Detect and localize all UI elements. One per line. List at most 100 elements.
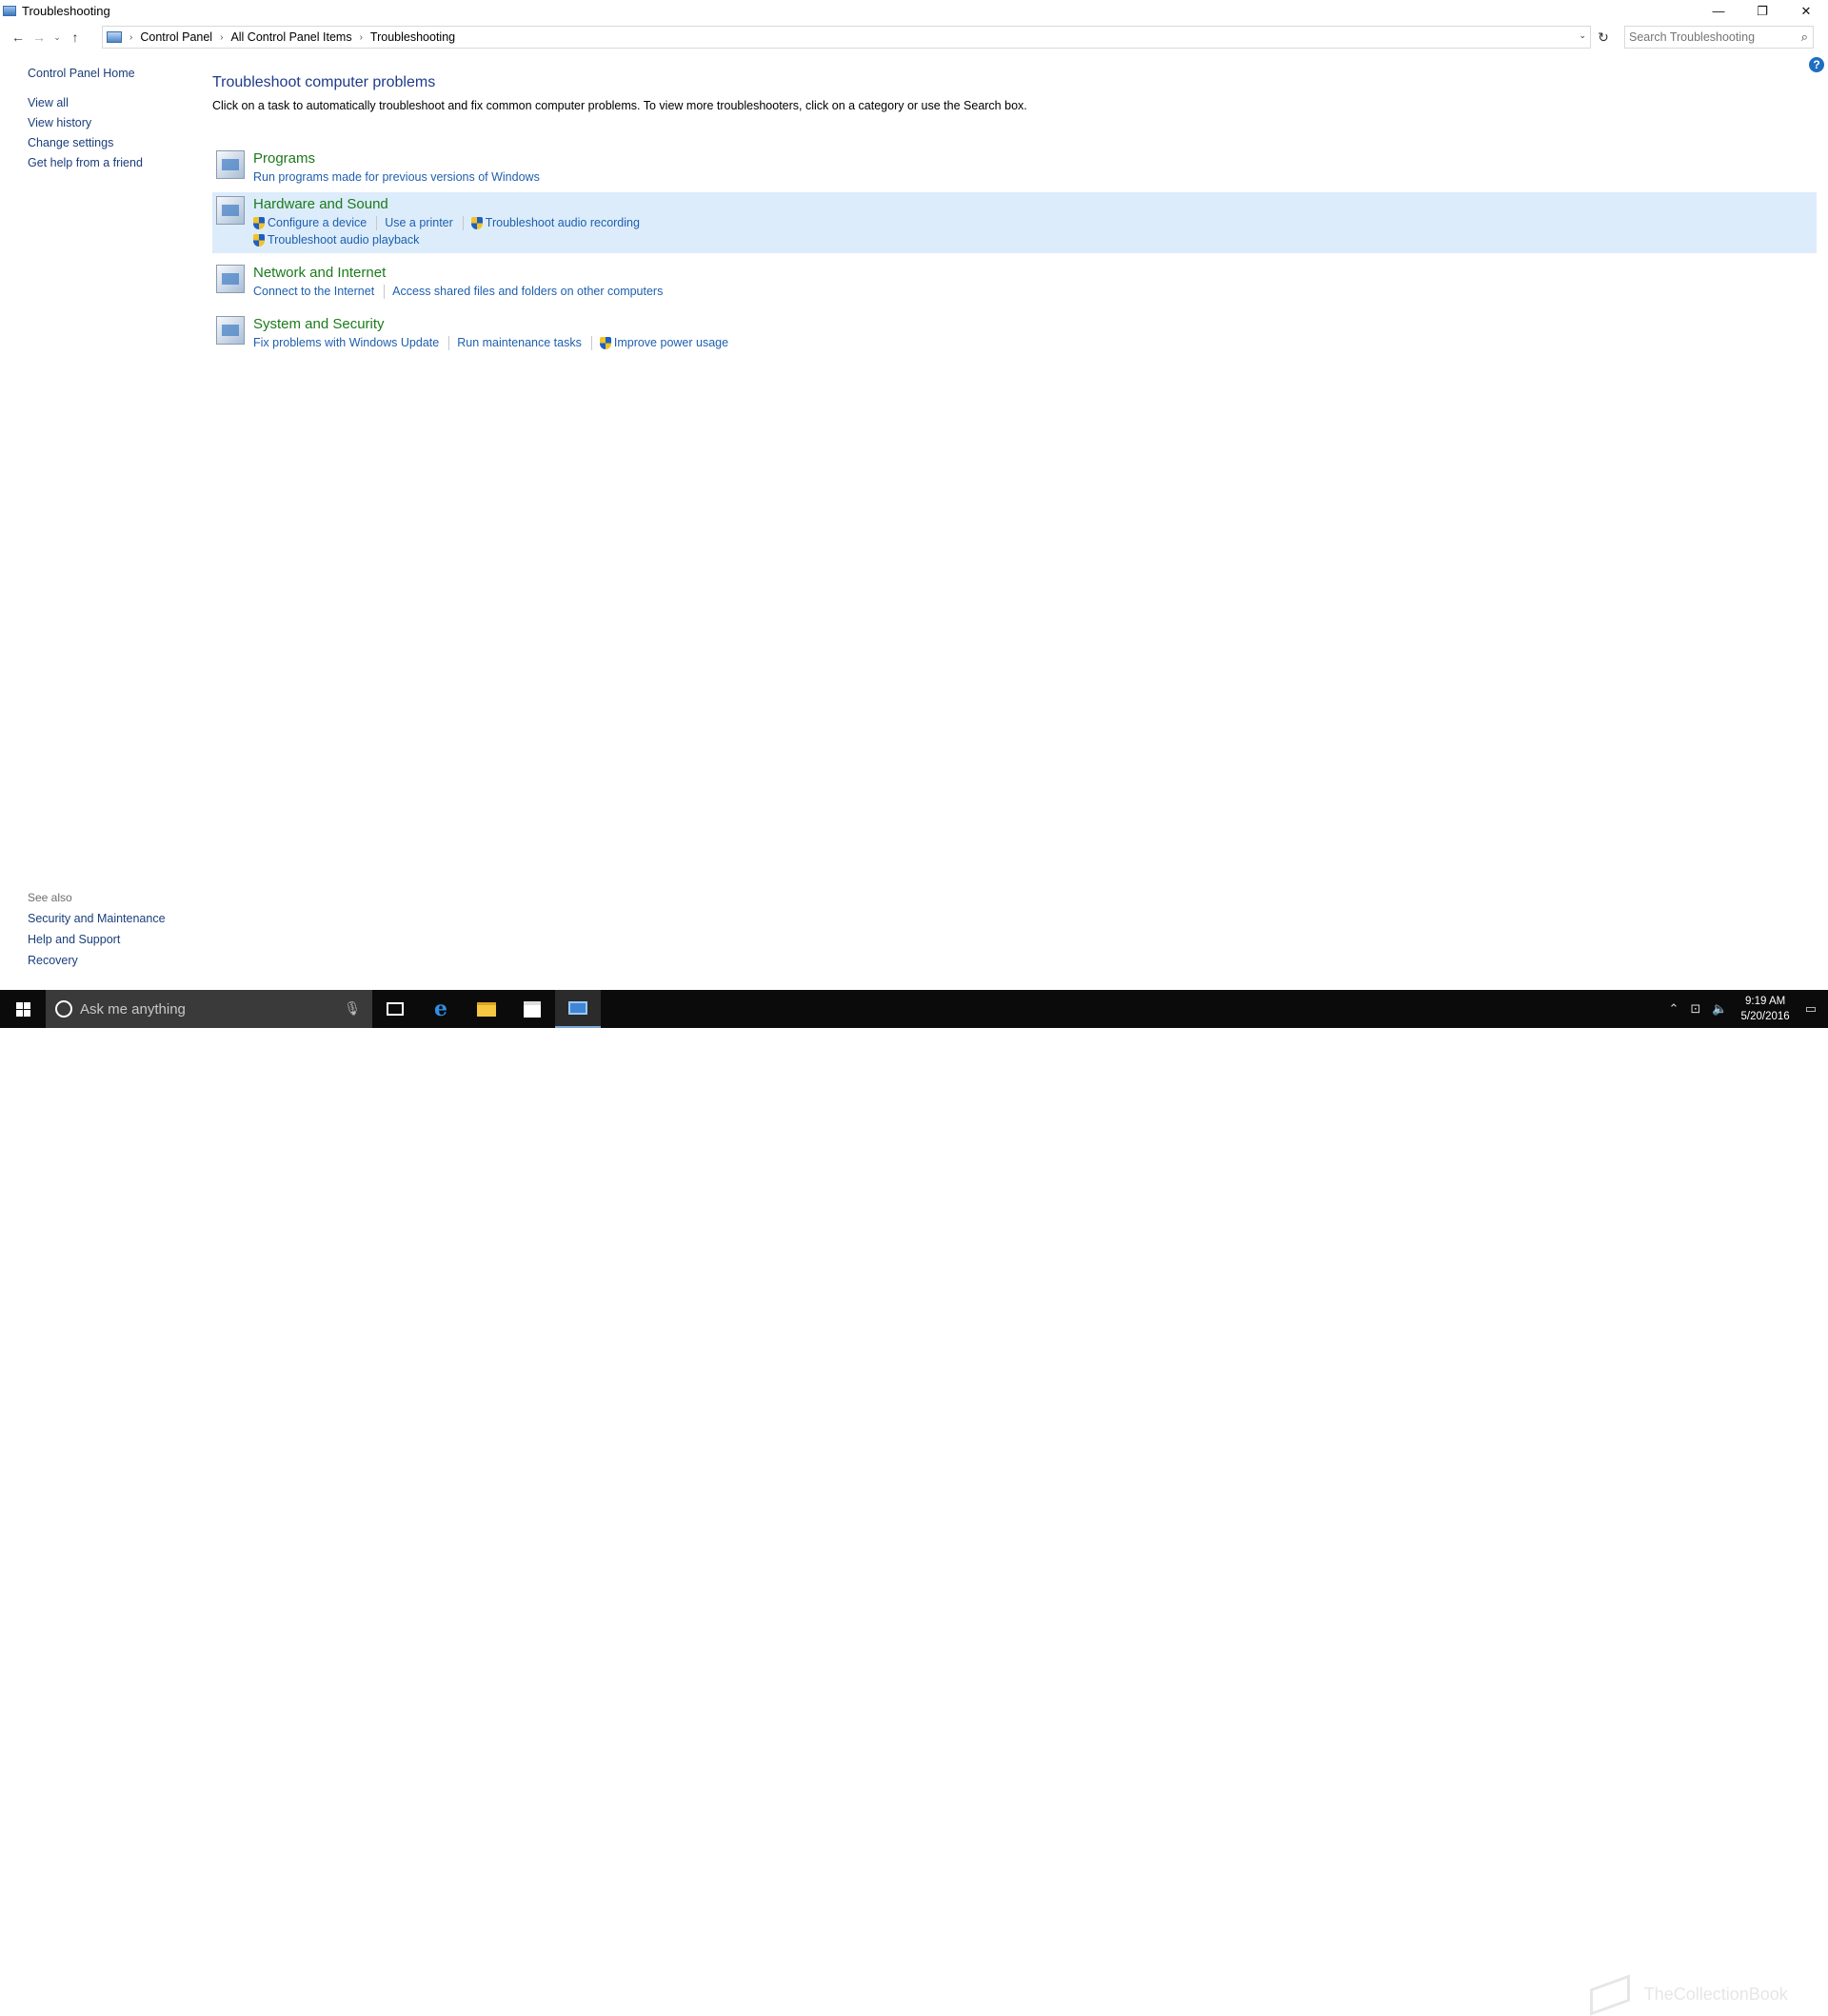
window-controls: — ❐ ✕ xyxy=(1697,0,1828,22)
troubleshoot-audio-playback-link[interactable]: Troubleshoot audio playback xyxy=(253,233,832,247)
search-box[interactable]: ⌕ xyxy=(1624,26,1814,49)
link-label: Access shared files and folders on other… xyxy=(392,285,664,298)
system-and-security-icon xyxy=(216,316,245,345)
programs-title-link[interactable]: Programs xyxy=(253,150,557,167)
see-also-section: See also Security and Maintenance Help a… xyxy=(28,891,166,975)
category-programs[interactable]: Programs Run programs made for previous … xyxy=(212,147,1817,190)
search-input[interactable] xyxy=(1629,30,1791,44)
recent-locations-button[interactable]: ⌄ xyxy=(50,26,65,49)
configure-device-link[interactable]: Configure a device xyxy=(253,216,378,230)
control-panel-icon xyxy=(107,31,122,43)
breadcrumb-all-control-panel-items[interactable]: All Control Panel Items xyxy=(230,30,351,44)
clock[interactable]: 9:19 AM 5/20/2016 xyxy=(1741,994,1790,1024)
system-and-security-title-link[interactable]: System and Security xyxy=(253,316,745,332)
connect-to-internet-link[interactable]: Connect to the Internet xyxy=(253,285,386,299)
windows-logo-icon xyxy=(15,1001,30,1017)
window-title: Troubleshooting xyxy=(22,4,110,18)
control-panel-home-link[interactable]: Control Panel Home xyxy=(28,67,143,80)
folder-icon xyxy=(477,1001,496,1017)
fix-windows-update-link[interactable]: Fix problems with Windows Update xyxy=(253,336,450,350)
title-bar: Troubleshooting — ❐ ✕ xyxy=(0,0,1828,22)
category-network-and-internet[interactable]: Network and Internet Connect to the Inte… xyxy=(212,261,1817,305)
run-maintenance-tasks-link[interactable]: Run maintenance tasks xyxy=(457,336,592,350)
store-icon xyxy=(524,1000,541,1018)
clock-date: 5/20/2016 xyxy=(1740,1011,1790,1022)
link-label: Run maintenance tasks xyxy=(457,336,582,349)
use-printer-link[interactable]: Use a printer xyxy=(385,216,464,230)
recovery-link[interactable]: Recovery xyxy=(28,954,166,967)
get-help-from-friend-link[interactable]: Get help from a friend xyxy=(28,156,143,169)
refresh-button[interactable]: ↻ xyxy=(1593,26,1614,49)
control-panel-icon xyxy=(568,1001,587,1015)
breadcrumb-troubleshooting[interactable]: Troubleshooting xyxy=(370,30,455,44)
close-button[interactable]: ✕ xyxy=(1784,0,1828,22)
chevron-up-icon[interactable]: ⌃ xyxy=(1669,1001,1679,1017)
left-navigation: Control Panel Home View all View history… xyxy=(28,67,143,176)
change-settings-link[interactable]: Change settings xyxy=(28,136,143,149)
hardware-and-sound-title-link[interactable]: Hardware and Sound xyxy=(253,196,840,212)
action-center-icon[interactable]: ▭ xyxy=(1805,1001,1817,1017)
back-button[interactable]: ← xyxy=(8,26,29,49)
restore-button[interactable]: ❐ xyxy=(1740,0,1784,22)
forward-button[interactable]: → xyxy=(29,26,50,49)
task-view-button[interactable] xyxy=(372,990,418,1028)
category-hardware-and-sound[interactable]: Hardware and Sound Configure a device Us… xyxy=(212,192,1817,253)
edge-icon: e xyxy=(434,997,447,1021)
see-also-header: See also xyxy=(28,891,72,904)
run-older-programs-link[interactable]: Run programs made for previous versions … xyxy=(253,170,549,185)
chevron-down-icon[interactable]: ⌄ xyxy=(1579,30,1586,41)
shield-icon xyxy=(599,337,611,349)
microphone-icon[interactable]: 🎙 xyxy=(344,1000,361,1017)
help-and-support-link[interactable]: Help and Support xyxy=(28,933,166,946)
up-button[interactable]: ↑ xyxy=(65,26,86,49)
cortana-placeholder: Ask me anything xyxy=(80,1000,186,1018)
cortana-icon xyxy=(55,1000,72,1018)
network-and-internet-icon xyxy=(216,265,245,293)
access-shared-files-link[interactable]: Access shared files and folders on other… xyxy=(392,285,672,299)
control-panel-taskbar-button[interactable] xyxy=(555,990,601,1028)
clock-time: 9:19 AM xyxy=(1745,996,1786,1007)
category-system-and-security[interactable]: System and Security Fix problems with Wi… xyxy=(212,312,1817,356)
page-description: Click on a task to automatically trouble… xyxy=(212,99,1027,112)
chevron-right-icon[interactable]: › xyxy=(220,32,223,43)
chevron-right-icon[interactable]: › xyxy=(360,32,363,43)
view-history-link[interactable]: View history xyxy=(28,116,143,129)
store-taskbar-button[interactable] xyxy=(509,990,555,1028)
shield-icon xyxy=(253,217,265,229)
improve-power-usage-link[interactable]: Improve power usage xyxy=(599,336,738,350)
watermark: TheCollectionBook xyxy=(1590,1974,1788,2016)
shield-icon xyxy=(470,217,483,229)
address-bar[interactable]: › Control Panel › All Control Panel Item… xyxy=(102,26,1591,49)
link-label: Use a printer xyxy=(385,216,453,229)
network-icon[interactable]: ⊡ xyxy=(1690,1001,1700,1017)
minimize-button[interactable]: — xyxy=(1697,0,1740,22)
edge-taskbar-button[interactable]: e xyxy=(418,990,464,1028)
file-explorer-taskbar-button[interactable] xyxy=(464,990,509,1028)
link-label: Fix problems with Windows Update xyxy=(253,336,440,349)
troubleshoot-audio-recording-link[interactable]: Troubleshoot audio recording xyxy=(470,216,649,230)
start-button[interactable] xyxy=(0,990,46,1028)
task-view-icon xyxy=(387,1002,404,1016)
network-and-internet-title-link[interactable]: Network and Internet xyxy=(253,265,680,281)
chevron-right-icon[interactable]: › xyxy=(129,32,132,43)
search-icon[interactable]: ⌕ xyxy=(1801,30,1808,45)
help-icon[interactable]: ? xyxy=(1809,57,1824,72)
page-title: Troubleshoot computer problems xyxy=(212,74,436,90)
volume-icon[interactable]: 🔈 xyxy=(1712,1001,1727,1017)
breadcrumb-control-panel[interactable]: Control Panel xyxy=(140,30,212,44)
security-and-maintenance-link[interactable]: Security and Maintenance xyxy=(28,912,166,925)
link-label: Run programs made for previous versions … xyxy=(253,170,540,184)
cortana-search-box[interactable]: Ask me anything 🎙 xyxy=(46,990,372,1028)
view-all-link[interactable]: View all xyxy=(28,96,143,109)
book-icon xyxy=(1590,1974,1630,2016)
navigation-bar: ← → ⌄ ↑ › Control Panel › All Control Pa… xyxy=(0,25,1828,49)
taskbar: Ask me anything 🎙 e TheCollectionBook ⌃ … xyxy=(0,990,1828,2016)
shield-icon xyxy=(253,234,265,247)
watermark-text: TheCollectionBook xyxy=(1643,1984,1788,2004)
link-label: Configure a device xyxy=(268,216,368,229)
link-label: Troubleshoot audio playback xyxy=(268,233,420,247)
link-label: Improve power usage xyxy=(613,336,729,349)
link-label: Troubleshoot audio recording xyxy=(485,216,640,229)
link-label: Connect to the Internet xyxy=(253,285,375,298)
system-tray: ⌃ ⊡ 🔈 9:19 AM 5/20/2016 ▭ xyxy=(1663,990,1828,1028)
